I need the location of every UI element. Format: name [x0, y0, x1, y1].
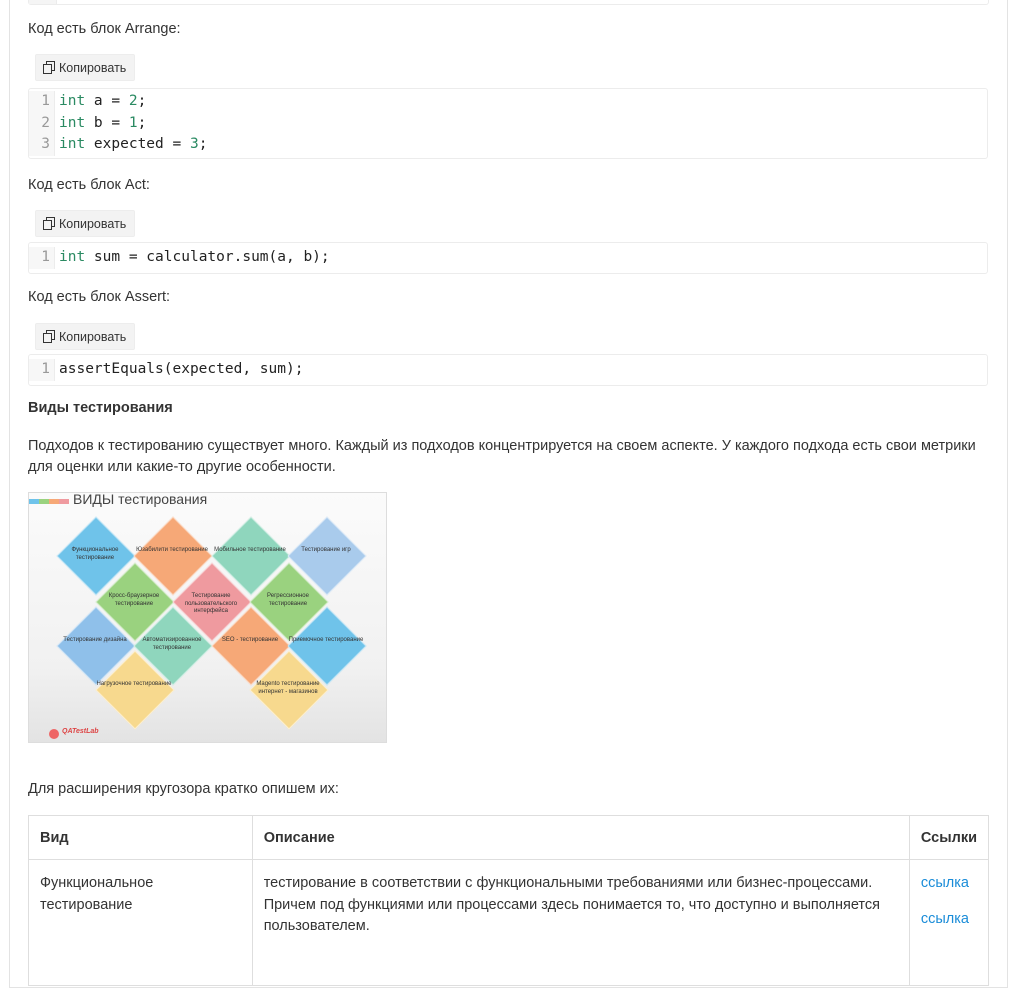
- keyword: int: [59, 114, 86, 131]
- header-description: Описание: [251, 815, 910, 860]
- previous-code-block: [28, 0, 989, 5]
- tile-label: Кросс-браузерное тестирование: [108, 593, 160, 607]
- copy-button-arrange[interactable]: Копировать: [35, 54, 135, 81]
- reference-link[interactable]: ссылка: [921, 873, 977, 895]
- code-text: int expected = 3;: [59, 136, 208, 152]
- tile-label: Приемочное тестирование: [288, 637, 364, 643]
- cell-description: тестирование в соответствии с функционал…: [251, 859, 910, 986]
- arrange-label: Код есть блок Arrange:: [28, 21, 181, 37]
- keyword: int: [59, 93, 86, 109]
- tile-label: SEO - тестирование: [221, 637, 279, 643]
- number-literal: 3: [189, 136, 199, 152]
- code-block-assert: 1 assertEquals(expected, sum);: [28, 354, 988, 386]
- code-block-arrange: 1 int a = 2; 2 int b = 1; 3 int expected = 3;: [28, 88, 988, 159]
- header-type: Вид: [28, 815, 253, 860]
- reference-link[interactable]: ссылка: [921, 909, 977, 931]
- image-title: ВИДЫ тестирования: [73, 492, 208, 507]
- copy-icon: [43, 61, 55, 74]
- outro-paragraph: Для расширения кругозора кратко опишем и…: [28, 781, 339, 797]
- code-text: int a = 2;: [59, 93, 147, 109]
- tile-label: Magento тестирование интернет - магазино…: [256, 681, 320, 695]
- tile-label: Функциональное тестирование: [71, 547, 119, 561]
- number-literal: 1: [128, 114, 138, 131]
- tile-label: Регрессионное тестирование: [267, 593, 309, 607]
- line-number: 1: [29, 359, 55, 381]
- cell-links: ссылка ссылка: [908, 859, 990, 986]
- logo-icon: [49, 729, 59, 739]
- copy-button-label: Копировать: [59, 329, 127, 344]
- table-header-row: Вид Описание Ссылки: [28, 815, 990, 860]
- color-strip: [29, 499, 69, 504]
- line-number: 1: [29, 247, 55, 269]
- code-line: 1 assertEquals(expected, sum);: [29, 359, 987, 381]
- tile-label: Автоматизированное тестирование: [142, 637, 202, 651]
- line-number: 3: [29, 134, 55, 156]
- header-links: Ссылки: [908, 815, 990, 860]
- tile-label: Тестирование дизайна: [63, 637, 127, 643]
- code-line: 1 int sum = calculator.sum(a, b);: [29, 247, 987, 269]
- tile-label: Тестирование пользовательского интерфейс…: [184, 593, 238, 614]
- tile-label: Мобильное тестирование: [214, 547, 286, 553]
- cell-type: Функциональное тестирование: [28, 859, 253, 986]
- act-label: Код есть блок Act:: [28, 177, 150, 193]
- testing-types-image: ВИДЫ тестирования QATestLab Функциональн…: [28, 492, 387, 743]
- tile-label: Нагрузочное тестирование: [96, 681, 172, 687]
- intro-paragraph: Подходов к тестированию существует много…: [28, 438, 976, 475]
- copy-button-label: Копировать: [59, 216, 127, 231]
- section-heading: Виды тестирования: [28, 400, 173, 416]
- code-line: 1 int a = 2;: [29, 91, 987, 113]
- code-line: 3 int expected = 3;: [29, 134, 987, 156]
- table-row: Функциональное тестирование тестирование…: [28, 859, 990, 986]
- copy-icon: [43, 217, 55, 230]
- code-text: int b = 1;: [59, 114, 147, 131]
- copy-button-label: Копировать: [59, 60, 127, 75]
- copy-button-act[interactable]: Копировать: [35, 210, 135, 237]
- code-text: int sum = calculator.sum(a, b);: [59, 249, 330, 265]
- copy-icon: [43, 330, 55, 343]
- code-line: 2 int b = 1;: [29, 112, 987, 134]
- line-number: 2: [29, 112, 55, 134]
- copy-button-assert[interactable]: Копировать: [35, 323, 135, 350]
- number-literal: 2: [128, 93, 138, 109]
- code-text: assertEquals(expected, sum);: [59, 361, 304, 377]
- tile-label: Юзабилити тестирование: [136, 547, 208, 553]
- keyword: int: [59, 136, 86, 152]
- tile-label: Тестирование игр: [301, 547, 351, 553]
- logo-text: QATestLab: [62, 728, 99, 735]
- line-number: 1: [29, 91, 55, 113]
- testing-types-table: Вид Описание Ссылки Функциональное тести…: [28, 815, 990, 986]
- assert-label: Код есть блок Assert:: [28, 289, 171, 305]
- keyword: int: [59, 249, 86, 265]
- code-block-act: 1 int sum = calculator.sum(a, b);: [28, 242, 988, 274]
